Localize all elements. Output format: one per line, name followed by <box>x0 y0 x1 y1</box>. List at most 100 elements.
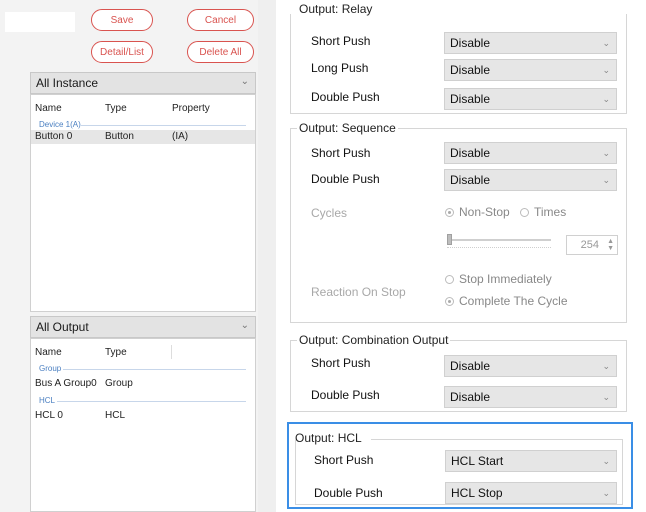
radio-dot-icon <box>445 274 454 284</box>
cycles-slider-thumb[interactable] <box>447 234 452 245</box>
radio-dot-icon <box>520 207 529 217</box>
group-title: Output: Sequence <box>297 121 398 135</box>
chevron-down-icon: ⌄ <box>240 76 249 87</box>
combination-double-push-select[interactable]: Disable ⌄ <box>444 386 617 408</box>
instance-list[interactable]: Name Type Property Device 1(A) Button 0 … <box>30 94 256 312</box>
hcl-group: Output: HCL Short Push HCL Start ⌄ Double… <box>287 422 633 509</box>
output-list[interactable]: Name Type Group Bus A Group0 Group HCL H… <box>30 338 256 512</box>
radio-label: Times <box>534 205 567 219</box>
radio-dot-icon <box>445 296 454 306</box>
hcl-double-push-select[interactable]: HCL Stop ⌄ <box>445 482 617 504</box>
left-panel: Save Cancel Detail/List Delete All All I… <box>0 0 258 512</box>
radio-non-stop[interactable]: Non-Stop <box>445 205 510 219</box>
group-divider <box>57 401 246 402</box>
chevron-down-icon: ⌄ <box>602 392 610 402</box>
short-push-label: Short Push <box>311 356 371 370</box>
long-push-label: Long Push <box>311 61 369 75</box>
sequence-double-push-select[interactable]: Disable ⌄ <box>444 169 617 191</box>
output-filter-select[interactable]: All Output ⌄ <box>30 316 256 338</box>
hcl-frame-top <box>371 439 623 440</box>
select-value: Disable <box>450 92 491 106</box>
column-header-type: Type <box>105 103 127 114</box>
table-row[interactable]: HCL 0 HCL <box>31 409 255 423</box>
chevron-down-icon: ⌄ <box>602 488 610 498</box>
radio-label: Non-Stop <box>459 205 510 219</box>
select-value: Disable <box>450 390 491 404</box>
right-panel: Output: Relay Short Push Disable ⌄ Long P… <box>276 0 646 512</box>
chevron-down-icon: ⌄ <box>602 175 610 185</box>
relay-short-push-select[interactable]: Disable ⌄ <box>444 32 617 54</box>
radio-label: Complete The Cycle <box>459 294 568 308</box>
combination-short-push-select[interactable]: Disable ⌄ <box>444 355 617 377</box>
chevron-down-icon: ⌄ <box>602 94 610 104</box>
instance-filter-value: All Instance <box>36 76 99 90</box>
row-type: Button <box>105 131 134 142</box>
short-push-label: Short Push <box>314 453 374 467</box>
column-header-property: Property <box>172 103 210 114</box>
output-filter-value: All Output <box>36 320 89 334</box>
select-value: Disable <box>450 359 491 373</box>
group-divider <box>81 125 246 126</box>
radio-dot-icon <box>445 207 454 217</box>
row-name: Button 0 <box>35 131 73 142</box>
spin-arrows-icon[interactable]: ▲ ▼ <box>607 238 614 252</box>
relay-group: Output: Relay Short Push Disable ⌄ Long P… <box>290 2 627 114</box>
detail-list-button[interactable]: Detail/List <box>91 41 153 63</box>
row-name: HCL 0 <box>35 410 63 421</box>
sequence-short-push-select[interactable]: Disable ⌄ <box>444 142 617 164</box>
select-value: HCL Stop <box>451 486 503 500</box>
chevron-down-icon: ⌄ <box>602 361 610 371</box>
select-value: Disable <box>450 63 491 77</box>
column-header-name: Name <box>35 347 62 358</box>
short-push-label: Short Push <box>311 146 371 160</box>
group-title: Output: Relay <box>297 2 375 16</box>
radio-times[interactable]: Times <box>520 205 566 219</box>
relay-double-push-select[interactable]: Disable ⌄ <box>444 88 617 110</box>
list-group-label: Group <box>39 364 62 373</box>
relay-long-push-select[interactable]: Disable ⌄ <box>444 59 617 81</box>
spin-value: 254 <box>580 239 599 251</box>
group-divider <box>63 369 246 370</box>
row-type: HCL <box>105 410 126 421</box>
cycles-slider-track[interactable] <box>447 239 551 241</box>
hcl-short-push-select[interactable]: HCL Start ⌄ <box>445 450 617 472</box>
combination-group: Output: Combination Output Short Push Di… <box>290 333 627 412</box>
list-group-label: Device 1(A) <box>39 120 81 129</box>
times-spinbox[interactable]: 254 ▲ ▼ <box>566 235 618 255</box>
blank-field <box>5 12 75 32</box>
list-group-label: HCL <box>39 396 56 405</box>
table-row[interactable]: Button 0 Button (IA) <box>31 130 255 144</box>
sequence-group: Output: Sequence Short Push Disable ⌄ Dou… <box>290 121 627 323</box>
select-value: Disable <box>450 146 491 160</box>
row-name: Bus A Group0 <box>35 378 97 389</box>
instance-filter-select[interactable]: All Instance ⌄ <box>30 72 256 94</box>
table-row[interactable]: Bus A Group0 Group <box>31 377 255 391</box>
column-divider <box>171 345 172 359</box>
row-property: (IA) <box>172 131 189 142</box>
chevron-down-icon: ⌄ <box>240 320 249 331</box>
select-value: HCL Start <box>451 454 504 468</box>
delete-all-button[interactable]: Delete All <box>187 41 254 63</box>
row-type: Group <box>105 378 133 389</box>
radio-label: Stop Immediately <box>459 272 552 286</box>
select-value: Disable <box>450 173 491 187</box>
short-push-label: Short Push <box>311 34 371 48</box>
reaction-label: Reaction On Stop <box>311 285 406 299</box>
radio-stop-immediately[interactable]: Stop Immediately <box>445 272 552 286</box>
chevron-down-icon: ⌄ <box>602 65 610 75</box>
slider-ticks <box>447 245 551 248</box>
chevron-down-icon: ⌄ <box>602 38 610 48</box>
double-push-label: Double Push <box>314 486 383 500</box>
double-push-label: Double Push <box>311 388 380 402</box>
save-button[interactable]: Save <box>91 9 153 31</box>
double-push-label: Double Push <box>311 90 380 104</box>
column-header-type: Type <box>105 347 127 358</box>
double-push-label: Double Push <box>311 172 380 186</box>
group-title: Output: Combination Output <box>297 333 451 347</box>
column-header-name: Name <box>35 103 62 114</box>
cancel-button[interactable]: Cancel <box>187 9 254 31</box>
cycles-label: Cycles <box>311 206 348 220</box>
chevron-down-icon: ⌄ <box>602 148 610 158</box>
radio-complete-cycle[interactable]: Complete The Cycle <box>445 294 568 308</box>
select-value: Disable <box>450 36 491 50</box>
